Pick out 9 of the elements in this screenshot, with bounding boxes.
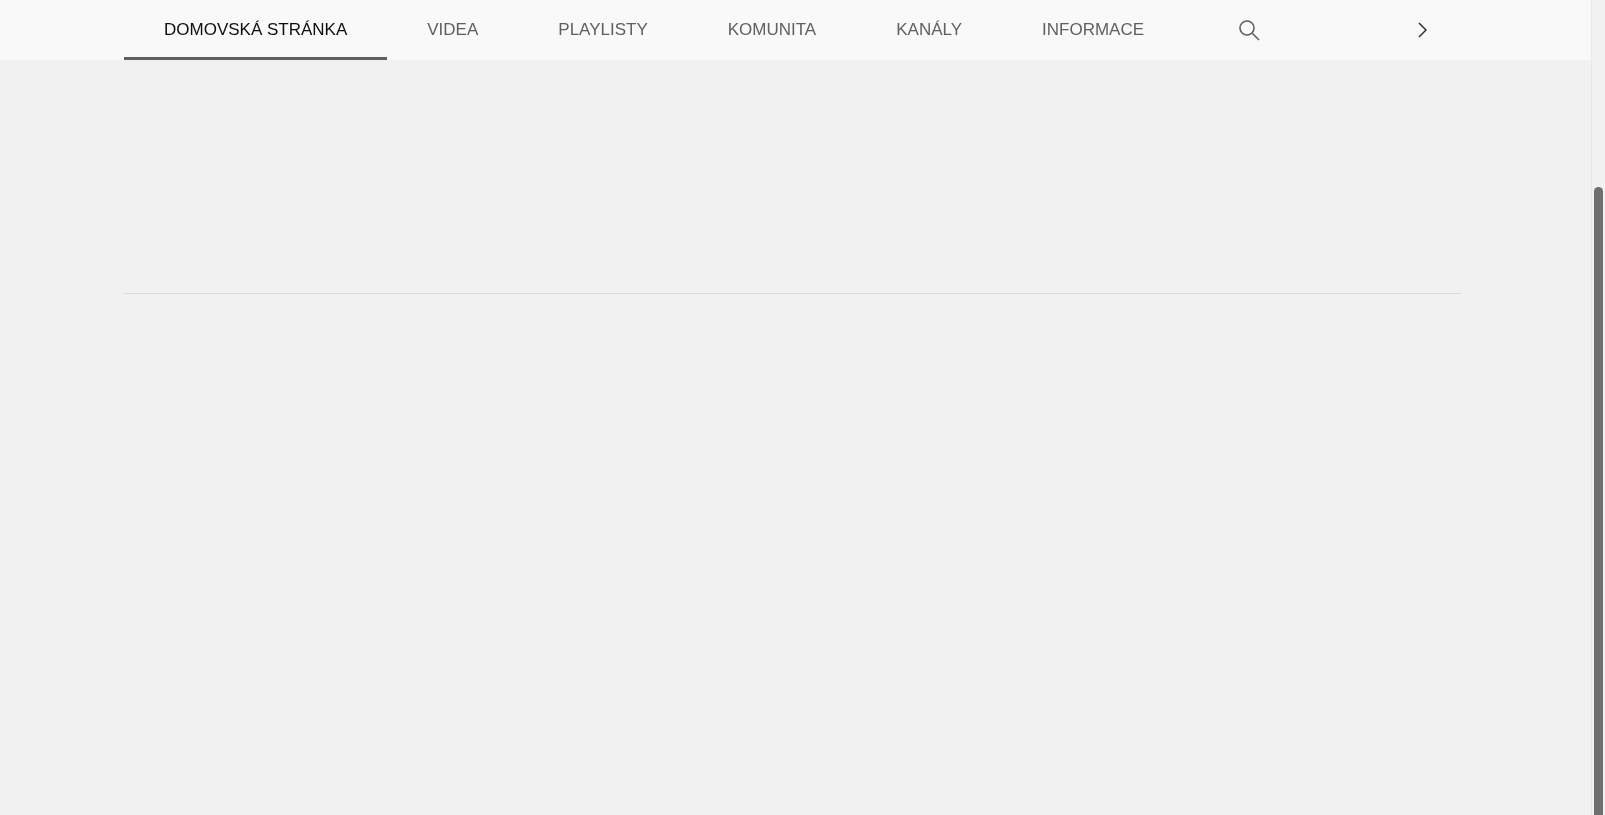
channel-tab[interactable]: INFORMACE xyxy=(1002,0,1185,60)
chevron-right-icon xyxy=(1417,22,1427,38)
search-icon xyxy=(1238,19,1261,41)
channel-tab[interactable]: KANÁLY xyxy=(856,0,1003,60)
channel-tab[interactable]: KOMUNITA xyxy=(687,0,857,60)
channel-tab[interactable]: PLAYLISTY xyxy=(518,0,688,60)
channel-tab[interactable]: DOMOVSKÁ STRÁNKA xyxy=(124,0,388,60)
channel-tab[interactable]: VIDEA xyxy=(387,0,519,60)
scrollbar-thumb[interactable] xyxy=(1594,187,1603,815)
